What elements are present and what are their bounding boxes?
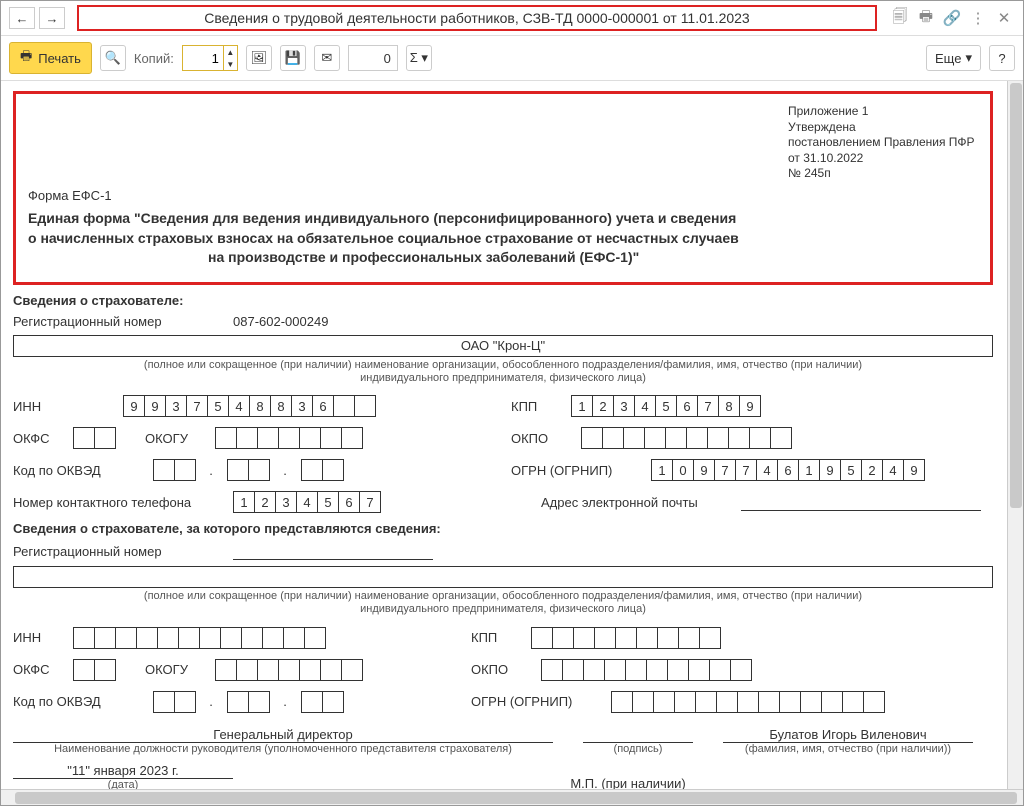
phone-label: Номер контактного телефона xyxy=(13,495,223,510)
phone-cells: 1234567 xyxy=(233,491,380,513)
okved2-label: Код по ОКВЭД xyxy=(13,694,143,709)
ogrn2-label: ОГРН (ОГРНИП) xyxy=(471,694,601,709)
copies-spinner[interactable]: ▲ ▼ xyxy=(182,45,238,71)
nav-forward-button[interactable]: → xyxy=(39,7,65,29)
reg-value: 087-602-000249 xyxy=(233,314,328,329)
more-button[interactable]: Еще ▾ xyxy=(926,45,981,71)
save-icon[interactable]: 🗐 xyxy=(889,7,911,29)
header-block: Приложение 1 Утверждена постановлением П… xyxy=(13,91,993,285)
insurer2-section: Сведения о страхователе, за которого пре… xyxy=(13,521,993,712)
okogu2-label: ОКОГУ xyxy=(145,662,205,677)
mp-label: М.П. (при наличии) xyxy=(263,776,993,790)
okpo2-label: ОКПО xyxy=(471,662,531,677)
document-area: Приложение 1 Утверждена постановлением П… xyxy=(1,81,1023,789)
reg-label: Регистрационный номер xyxy=(13,314,223,329)
save-button[interactable]: 💾 xyxy=(280,45,306,71)
link-icon[interactable]: 🔗 xyxy=(941,7,963,29)
kpp-label: КПП xyxy=(511,399,561,414)
window-title: Сведения о трудовой деятельности работни… xyxy=(77,5,877,31)
tool-btn-1[interactable]: 🖼 xyxy=(246,45,272,71)
inn-label: ИНН xyxy=(13,399,113,414)
print-icon[interactable]: 🖶 xyxy=(915,7,937,29)
inn-cells: 9 9 3 7 5 4 8 8 3 6 xyxy=(123,395,375,417)
signature-row: Генеральный директор Наименование должно… xyxy=(13,727,993,755)
zero-field[interactable]: 0 xyxy=(348,45,398,71)
ogrn-cells: 1097746195249 xyxy=(651,459,924,481)
kpp-cells: 1 2 3 4 5 6 7 8 9 xyxy=(571,395,760,417)
okfs2-label: ОКФС xyxy=(13,662,63,677)
app-window: ← → Сведения о трудовой деятельности раб… xyxy=(0,0,1024,806)
sigma-button[interactable]: Σ ▾ xyxy=(406,45,432,71)
preview-button[interactable]: 🔍 xyxy=(100,45,126,71)
scrollbar-horizontal[interactable] xyxy=(1,789,1023,805)
chevron-down-icon: ▾ xyxy=(965,50,972,66)
okved-label: Код по ОКВЭД xyxy=(13,463,143,478)
kpp2-label: КПП xyxy=(471,630,521,645)
spinner-down-icon[interactable]: ▼ xyxy=(224,58,237,70)
help-button[interactable]: ? xyxy=(989,45,1015,71)
scrollbar-vertical[interactable] xyxy=(1007,81,1023,789)
insurer-section: Сведения о страхователе: Регистрационный… xyxy=(13,293,993,513)
org-hint: (полное или сокращенное (при наличии) на… xyxy=(13,359,993,385)
menu-dots-icon[interactable]: ⋮ xyxy=(967,7,989,29)
email-field xyxy=(741,493,981,511)
email-label: Адрес электронной почты xyxy=(541,495,731,510)
appendix-block: Приложение 1 Утверждена постановлением П… xyxy=(788,104,978,182)
form-code: Форма ЕФС-1 xyxy=(28,188,978,203)
org-name-field: ОАО "Крон-Ц" xyxy=(13,335,993,357)
print-button-label: Печать xyxy=(38,51,81,66)
copies-input[interactable] xyxy=(183,46,223,70)
print-button[interactable]: 🖶 Печать xyxy=(9,42,92,74)
okogu-label: ОКОГУ xyxy=(145,431,205,446)
inn2-label: ИНН xyxy=(13,630,63,645)
printer-icon: 🖶 xyxy=(20,47,32,69)
ogrn-label: ОГРН (ОГРНИП) xyxy=(511,463,641,478)
org2-hint: (полное или сокращенное (при наличии) на… xyxy=(13,590,993,616)
titlebar: ← → Сведения о трудовой деятельности раб… xyxy=(1,1,1023,36)
nav-back-button[interactable]: ← xyxy=(9,7,35,29)
toolbar: 🖶 Печать 🔍 Копий: ▲ ▼ 🖼 💾 ✉ 0 Σ ▾ Еще ▾ … xyxy=(1,36,1023,81)
mail-button[interactable]: ✉ xyxy=(314,45,340,71)
okpo-label: ОКПО xyxy=(511,431,571,446)
reg2-label: Регистрационный номер xyxy=(13,544,223,559)
org2-name-field xyxy=(13,566,993,588)
close-icon[interactable]: ✕ xyxy=(993,7,1015,29)
spinner-up-icon[interactable]: ▲ xyxy=(224,46,237,58)
okfs-label: ОКФС xyxy=(13,431,63,446)
insurer2-title: Сведения о страхователе, за которого пре… xyxy=(13,521,993,536)
insurer-title: Сведения о страхователе: xyxy=(13,293,993,308)
copies-label: Копий: xyxy=(134,51,174,66)
form-title: Единая форма "Сведения для ведения индив… xyxy=(28,209,978,268)
